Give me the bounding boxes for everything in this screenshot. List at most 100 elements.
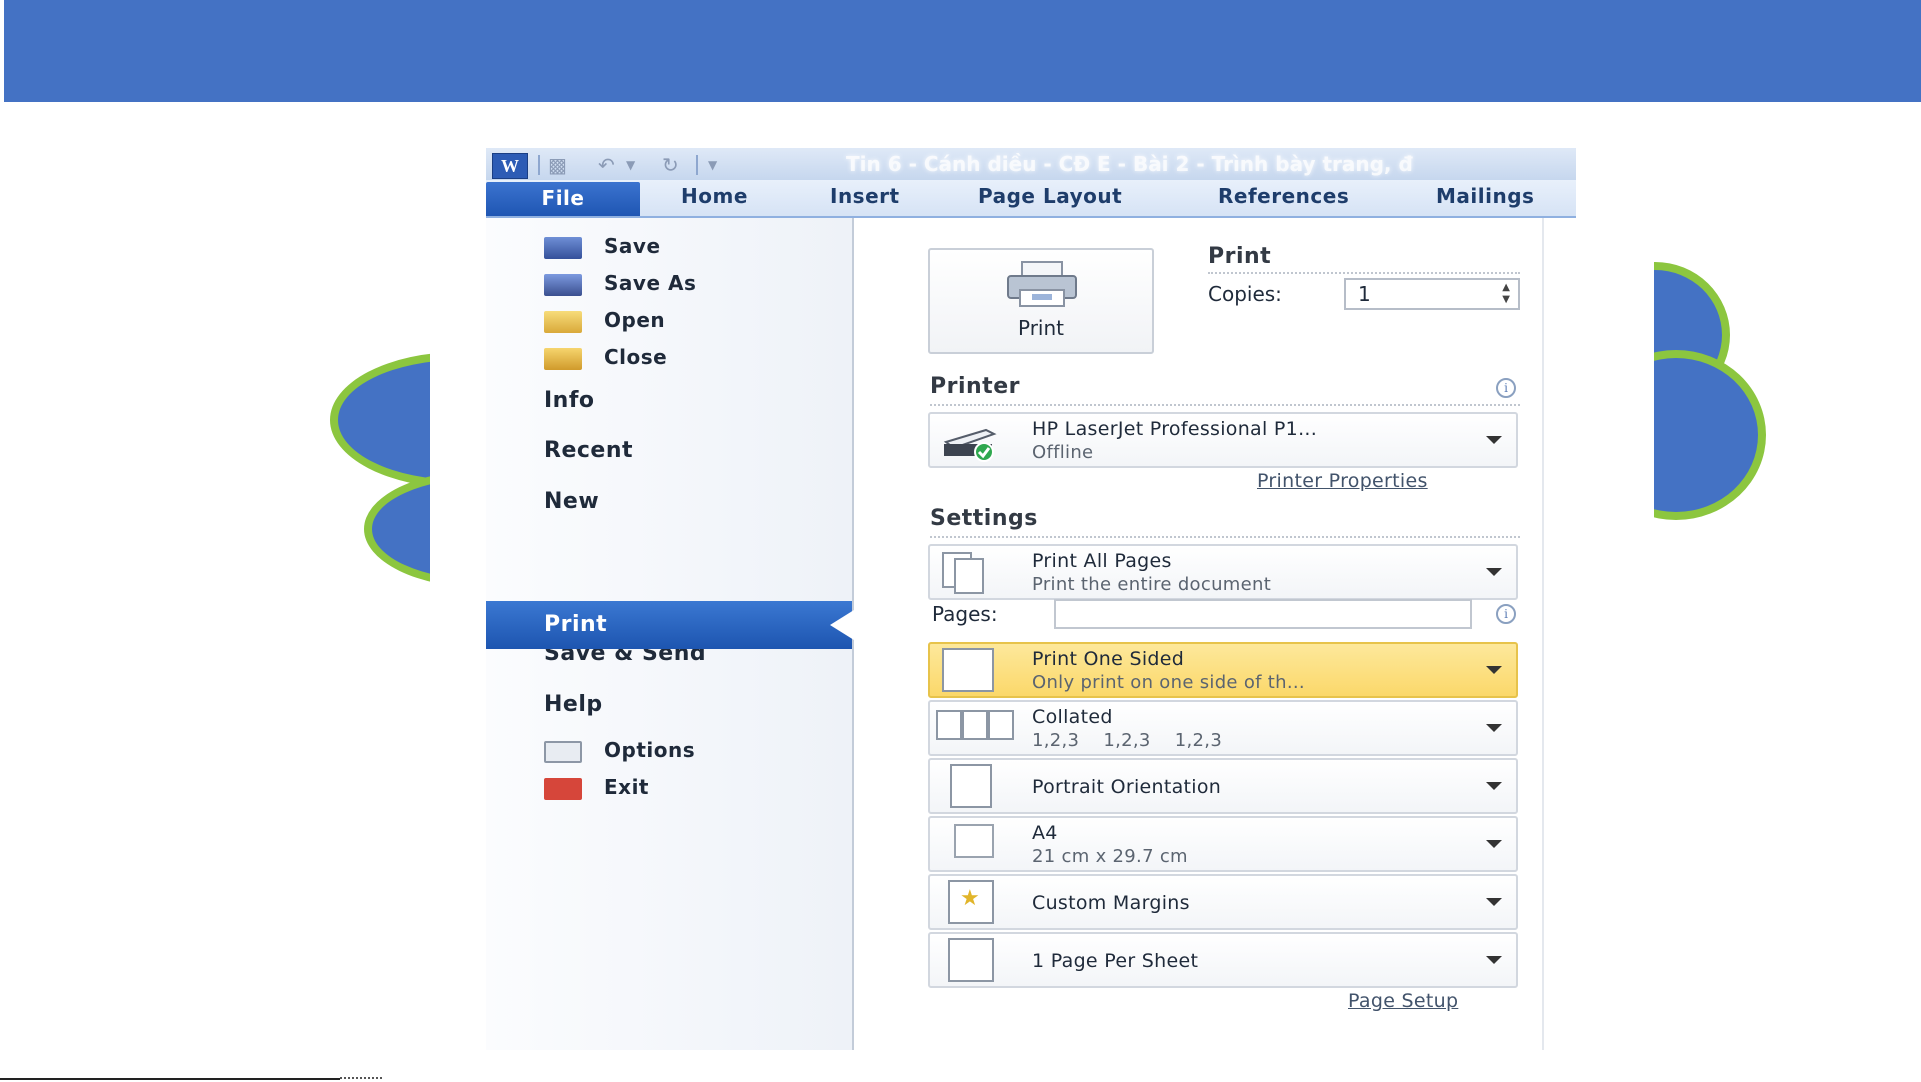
tab-page-layout[interactable]: Page Layout — [978, 184, 1122, 208]
paper-size-subtitle: 21 cm x 29.7 cm — [1032, 846, 1188, 867]
nav-save[interactable]: Save — [544, 234, 661, 259]
folder-close-icon — [544, 347, 582, 370]
customize-toolbar-icon[interactable]: ▼ — [708, 154, 717, 176]
toolbar-separator — [538, 155, 540, 175]
collate-subtitle: 1,2,3 1,2,3 1,2,3 — [1032, 730, 1223, 751]
blob-mask-right — [1574, 240, 1654, 540]
tab-file[interactable]: File — [486, 182, 640, 216]
undo-dropdown-icon[interactable]: ▼ — [626, 154, 635, 176]
print-range-subtitle: Print the entire document — [1032, 574, 1272, 595]
ribbon-tabs: File Home Insert Page Layout References … — [486, 180, 1576, 218]
sides-select[interactable]: Print One Sided Only print on one side o… — [928, 642, 1518, 698]
collate-select[interactable]: Collated 1,2,3 1,2,3 1,2,3 — [928, 700, 1518, 756]
paper-size-icon — [954, 824, 994, 858]
print-heading: Print — [1208, 244, 1272, 269]
print-button[interactable]: Print — [928, 248, 1154, 354]
nav-save-as[interactable]: Save As — [544, 271, 696, 296]
window-title: Tin 6 - Cánh diều - CĐ E - Bài 2 - Trình… — [846, 152, 1413, 176]
pages-label: Pages: — [932, 602, 998, 626]
page-setup-link[interactable]: Page Setup — [1348, 990, 1458, 1012]
spin-down-icon[interactable]: ▼ — [1502, 295, 1510, 305]
print-range-select[interactable]: Print All Pages Print the entire documen… — [928, 544, 1518, 600]
chevron-down-icon — [1486, 666, 1502, 674]
footer-dash — [340, 1077, 382, 1082]
pages-stack-icon — [954, 558, 984, 594]
margins-title: Custom Margins — [1032, 892, 1190, 914]
nav-recent[interactable]: Recent — [544, 438, 633, 463]
nav-new[interactable]: New — [544, 489, 599, 514]
paper-size-select[interactable]: A4 21 cm x 29.7 cm — [928, 816, 1518, 872]
portrait-page-icon — [950, 764, 992, 808]
slide-header-bar — [4, 0, 1921, 102]
chevron-down-icon — [1486, 840, 1502, 848]
chevron-down-icon — [1486, 724, 1502, 732]
pages-input[interactable] — [1054, 599, 1472, 629]
quick-access-toolbar: W ▩ ↶ ▼ ↻ ▼ Tin 6 - Cánh diều - CĐ E - B… — [486, 148, 1576, 180]
printer-status-icon — [943, 428, 997, 462]
nav-print-label: Print — [544, 612, 608, 637]
tab-mailings[interactable]: Mailings — [1436, 184, 1534, 208]
settings-heading-rule — [930, 536, 1520, 538]
save-icon[interactable]: ▩ — [548, 154, 567, 176]
collated-icon — [936, 710, 962, 740]
nav-options-label: Options — [604, 738, 696, 762]
paper-size-title: A4 — [1032, 822, 1058, 844]
nav-options[interactable]: Options — [544, 738, 695, 763]
margins-select[interactable]: ★ Custom Margins — [928, 874, 1518, 930]
spin-up-icon[interactable]: ▲ — [1502, 283, 1510, 293]
orientation-title: Portrait Orientation — [1032, 776, 1222, 798]
nav-print[interactable]: Print — [486, 601, 852, 649]
printer-status: Offline — [1032, 442, 1094, 463]
word-window: W ▩ ↶ ▼ ↻ ▼ Tin 6 - Cánh diều - CĐ E - B… — [486, 148, 1576, 1050]
toolbar-separator — [696, 155, 698, 175]
printer-heading: Printer — [930, 374, 1020, 399]
nav-save-label: Save — [604, 234, 661, 258]
printer-select[interactable]: HP LaserJet Professional P1... Offline — [928, 412, 1518, 468]
chevron-down-icon — [1486, 782, 1502, 790]
options-icon — [544, 740, 582, 763]
nav-open-label: Open — [604, 308, 666, 332]
redo-icon[interactable]: ↻ — [662, 154, 679, 176]
one-sided-icon — [942, 648, 994, 692]
printer-properties-link[interactable]: Printer Properties — [1257, 470, 1428, 492]
chevron-down-icon — [1486, 898, 1502, 906]
printer-icon — [1007, 261, 1077, 307]
nav-help[interactable]: Help — [544, 692, 603, 717]
chevron-down-icon — [1486, 568, 1502, 576]
folder-open-icon — [544, 310, 582, 333]
pages-per-sheet-select[interactable]: 1 Page Per Sheet — [928, 932, 1518, 988]
tab-insert[interactable]: Insert — [830, 184, 900, 208]
nav-open[interactable]: Open — [544, 308, 665, 333]
nav-selected-pointer — [830, 610, 854, 640]
copies-label: Copies: — [1208, 282, 1282, 306]
info-icon[interactable]: i — [1496, 378, 1516, 398]
star-icon: ★ — [960, 886, 980, 911]
exit-icon — [544, 777, 582, 800]
pane-divider — [1542, 218, 1544, 1050]
nav-close-label: Close — [604, 345, 668, 369]
page-per-sheet-icon — [948, 938, 994, 982]
printer-heading-rule — [930, 404, 1520, 406]
sides-subtitle: Only print on one side of th... — [1032, 672, 1305, 693]
print-range-title: Print All Pages — [1032, 550, 1172, 572]
nav-close[interactable]: Close — [544, 345, 667, 370]
copies-value: 1 — [1358, 282, 1371, 306]
save-as-icon — [544, 273, 582, 296]
nav-save-as-label: Save As — [604, 271, 697, 295]
collated-icon — [962, 710, 988, 740]
undo-icon[interactable]: ↶ — [598, 154, 615, 176]
tab-home[interactable]: Home — [681, 184, 748, 208]
copies-stepper[interactable]: 1 ▲ ▼ — [1344, 278, 1520, 310]
settings-heading: Settings — [930, 506, 1038, 531]
info-icon[interactable]: i — [1496, 604, 1516, 624]
orientation-select[interactable]: Portrait Orientation — [928, 758, 1518, 814]
collate-title: Collated — [1032, 706, 1113, 728]
tab-references[interactable]: References — [1218, 184, 1349, 208]
print-heading-rule — [1208, 272, 1520, 274]
sides-title: Print One Sided — [1032, 648, 1185, 670]
nav-exit[interactable]: Exit — [544, 775, 649, 800]
printer-name: HP LaserJet Professional P1... — [1032, 418, 1318, 440]
nav-info[interactable]: Info — [544, 388, 595, 413]
nav-exit-label: Exit — [604, 775, 649, 799]
word-app-icon[interactable]: W — [492, 153, 528, 179]
